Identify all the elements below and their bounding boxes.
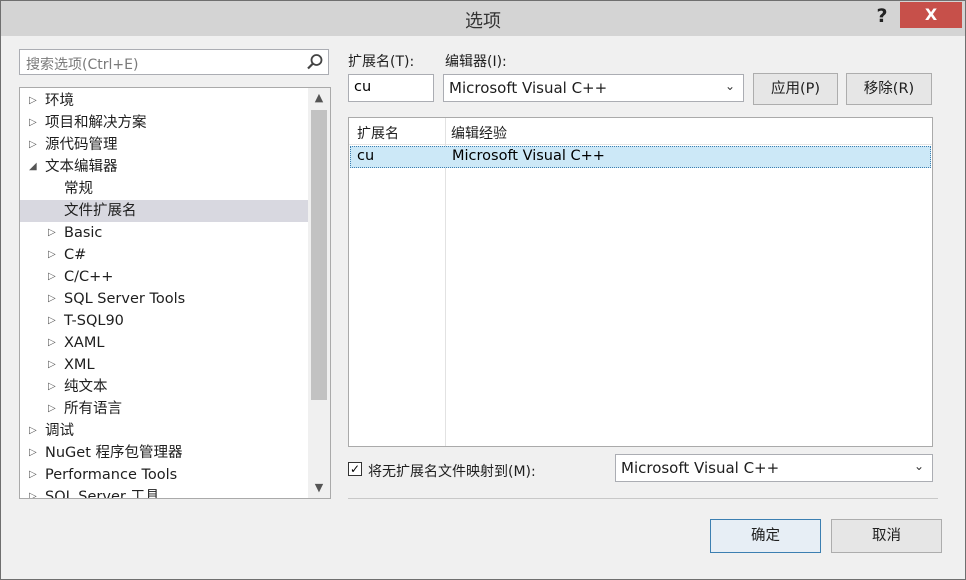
scroll-thumb[interactable] — [311, 110, 327, 400]
collapsed-arrow-icon[interactable]: ▷ — [48, 222, 60, 244]
collapsed-arrow-icon[interactable]: ▷ — [29, 420, 41, 442]
collapsed-arrow-icon[interactable]: ▷ — [48, 354, 60, 376]
ok-button[interactable]: 确定 — [710, 519, 821, 553]
tree-item[interactable]: 常规 — [20, 178, 308, 200]
tree-item-label: T-SQL90 — [64, 313, 124, 329]
editor-select[interactable]: Microsoft Visual C++ ⌄ — [443, 74, 744, 102]
collapsed-arrow-icon[interactable]: ▷ — [29, 90, 41, 112]
remove-button[interactable]: 移除(R) — [846, 73, 932, 105]
tree-item[interactable]: ▷ Performance Tools — [20, 464, 308, 486]
tree-item-label: 所有语言 — [64, 401, 122, 417]
column-header-extension[interactable]: 扩展名 — [357, 123, 399, 143]
chevron-down-icon: ⌄ — [913, 459, 924, 473]
editor-select-value: Microsoft Visual C++ — [449, 79, 608, 97]
extension-grid[interactable]: 扩展名 编辑经验 cu Microsoft Visual C++ — [348, 117, 933, 447]
collapsed-arrow-icon[interactable]: ▷ — [29, 442, 41, 464]
tree-item[interactable]: ▷ 所有语言 — [20, 398, 308, 420]
tree-item-label: 文件扩展名 — [64, 203, 137, 219]
tree-item[interactable]: ▷ SQL Server Tools — [20, 288, 308, 310]
collapsed-arrow-icon[interactable]: ▷ — [48, 310, 60, 332]
collapsed-arrow-icon[interactable]: ▷ — [48, 376, 60, 398]
extension-label: 扩展名(T): — [348, 54, 415, 70]
options-dialog: 选项 ? X 搜索选项(Ctrl+E) ▷ SQL Server 工具 ▷ Perfo… — [0, 0, 966, 580]
tree-item-label: NuGet 程序包管理器 — [45, 445, 183, 461]
footer-divider — [348, 498, 938, 499]
cancel-button[interactable]: 取消 — [831, 519, 942, 553]
map-extensionless-checkbox[interactable]: ✓ — [348, 462, 362, 476]
tree-item[interactable]: ▷ 源代码管理 — [20, 134, 308, 156]
collapsed-arrow-icon[interactable]: ▷ — [48, 332, 60, 354]
tree-item[interactable]: ◢ 文本编辑器 — [20, 156, 308, 178]
collapsed-arrow-icon[interactable]: ▷ — [48, 266, 60, 288]
row-editor: Microsoft Visual C++ — [452, 148, 605, 164]
tree-item-label: 纯文本 — [64, 379, 108, 395]
tree-item[interactable]: 文件扩展名 — [20, 200, 308, 222]
map-extensionless-label: 将无扩展名文件映射到(M): — [368, 464, 536, 480]
map-editor-select[interactable]: Microsoft Visual C++ ⌄ — [615, 454, 933, 482]
tree-item[interactable]: ▷ T-SQL90 — [20, 310, 308, 332]
tree-item-label: 调试 — [45, 423, 74, 439]
tree-item-label: 常规 — [64, 181, 93, 197]
collapsed-arrow-icon[interactable]: ▷ — [29, 486, 41, 498]
search-icon[interactable] — [306, 53, 324, 71]
scroll-down-icon[interactable]: ▼ — [308, 478, 330, 498]
row-extension: cu — [357, 148, 375, 164]
tree-item[interactable]: ▷ C/C++ — [20, 266, 308, 288]
search-placeholder: 搜索选项(Ctrl+E) — [26, 57, 139, 73]
tree-item-label: 源代码管理 — [45, 137, 118, 153]
title-bar: 选项 ? X — [1, 1, 965, 36]
tree-item-label: 项目和解决方案 — [45, 115, 147, 131]
help-button[interactable]: ? — [867, 3, 897, 29]
close-button[interactable]: X — [900, 2, 962, 28]
tree-item-label: XAML — [64, 335, 105, 351]
extension-input[interactable]: cu — [348, 74, 434, 102]
tree-scrollbar[interactable]: ▲ ▼ — [308, 88, 330, 498]
scroll-up-icon[interactable]: ▲ — [308, 88, 330, 108]
collapsed-arrow-icon[interactable]: ▷ — [48, 398, 60, 420]
grid-header: 扩展名 编辑经验 — [349, 118, 932, 145]
close-icon: X — [924, 5, 938, 24]
tree-item[interactable]: ▷ 环境 — [20, 90, 308, 112]
chevron-down-icon: ⌄ — [724, 79, 735, 93]
tree-item-label: 环境 — [45, 93, 74, 109]
map-editor-select-value: Microsoft Visual C++ — [621, 459, 780, 477]
tree-item-label: Basic — [64, 225, 103, 241]
table-row[interactable]: cu Microsoft Visual C++ — [350, 146, 931, 168]
collapsed-arrow-icon[interactable]: ▷ — [48, 244, 60, 266]
tree-item-label: SQL Server Tools — [64, 291, 186, 307]
tree-item[interactable]: ▷ Basic — [20, 222, 308, 244]
search-options-input[interactable]: 搜索选项(Ctrl+E) — [19, 49, 329, 75]
collapsed-arrow-icon[interactable]: ▷ — [29, 464, 41, 486]
apply-button[interactable]: 应用(P) — [753, 73, 838, 105]
tree-item[interactable]: ▷ C# — [20, 244, 308, 266]
editor-label: 编辑器(I): — [445, 54, 507, 70]
tree-item-label: Performance Tools — [45, 467, 178, 483]
column-header-editor[interactable]: 编辑经验 — [451, 123, 507, 143]
tree-item-label: 文本编辑器 — [45, 159, 118, 175]
dialog-title: 选项 — [465, 11, 501, 32]
tree-item[interactable]: ▷ XAML — [20, 332, 308, 354]
options-tree[interactable]: ▷ SQL Server 工具 ▷ Performance Tools ▷ NuGet 程… — [19, 87, 331, 499]
tree-item[interactable]: ▷ 调试 — [20, 420, 308, 442]
tree-item[interactable]: ▷ 项目和解决方案 — [20, 112, 308, 134]
tree-item-label: C/C++ — [64, 269, 114, 285]
tree-item-label: XML — [64, 357, 95, 373]
tree-item-label: SQL Server 工具 — [45, 489, 160, 499]
collapsed-arrow-icon[interactable]: ▷ — [48, 288, 60, 310]
tree-item[interactable]: ▷ NuGet 程序包管理器 — [20, 442, 308, 464]
checkmark-icon: ✓ — [349, 462, 361, 476]
tree-item-label: C# — [64, 247, 87, 263]
tree-item[interactable]: ▷ SQL Server 工具 — [20, 486, 308, 499]
collapsed-arrow-icon[interactable]: ▷ — [29, 134, 41, 156]
tree-item[interactable]: ▷ XML — [20, 354, 308, 376]
collapsed-arrow-icon[interactable]: ▷ — [29, 112, 41, 134]
tree-item[interactable]: ▷ 纯文本 — [20, 376, 308, 398]
expanded-arrow-icon[interactable]: ◢ — [29, 156, 41, 178]
